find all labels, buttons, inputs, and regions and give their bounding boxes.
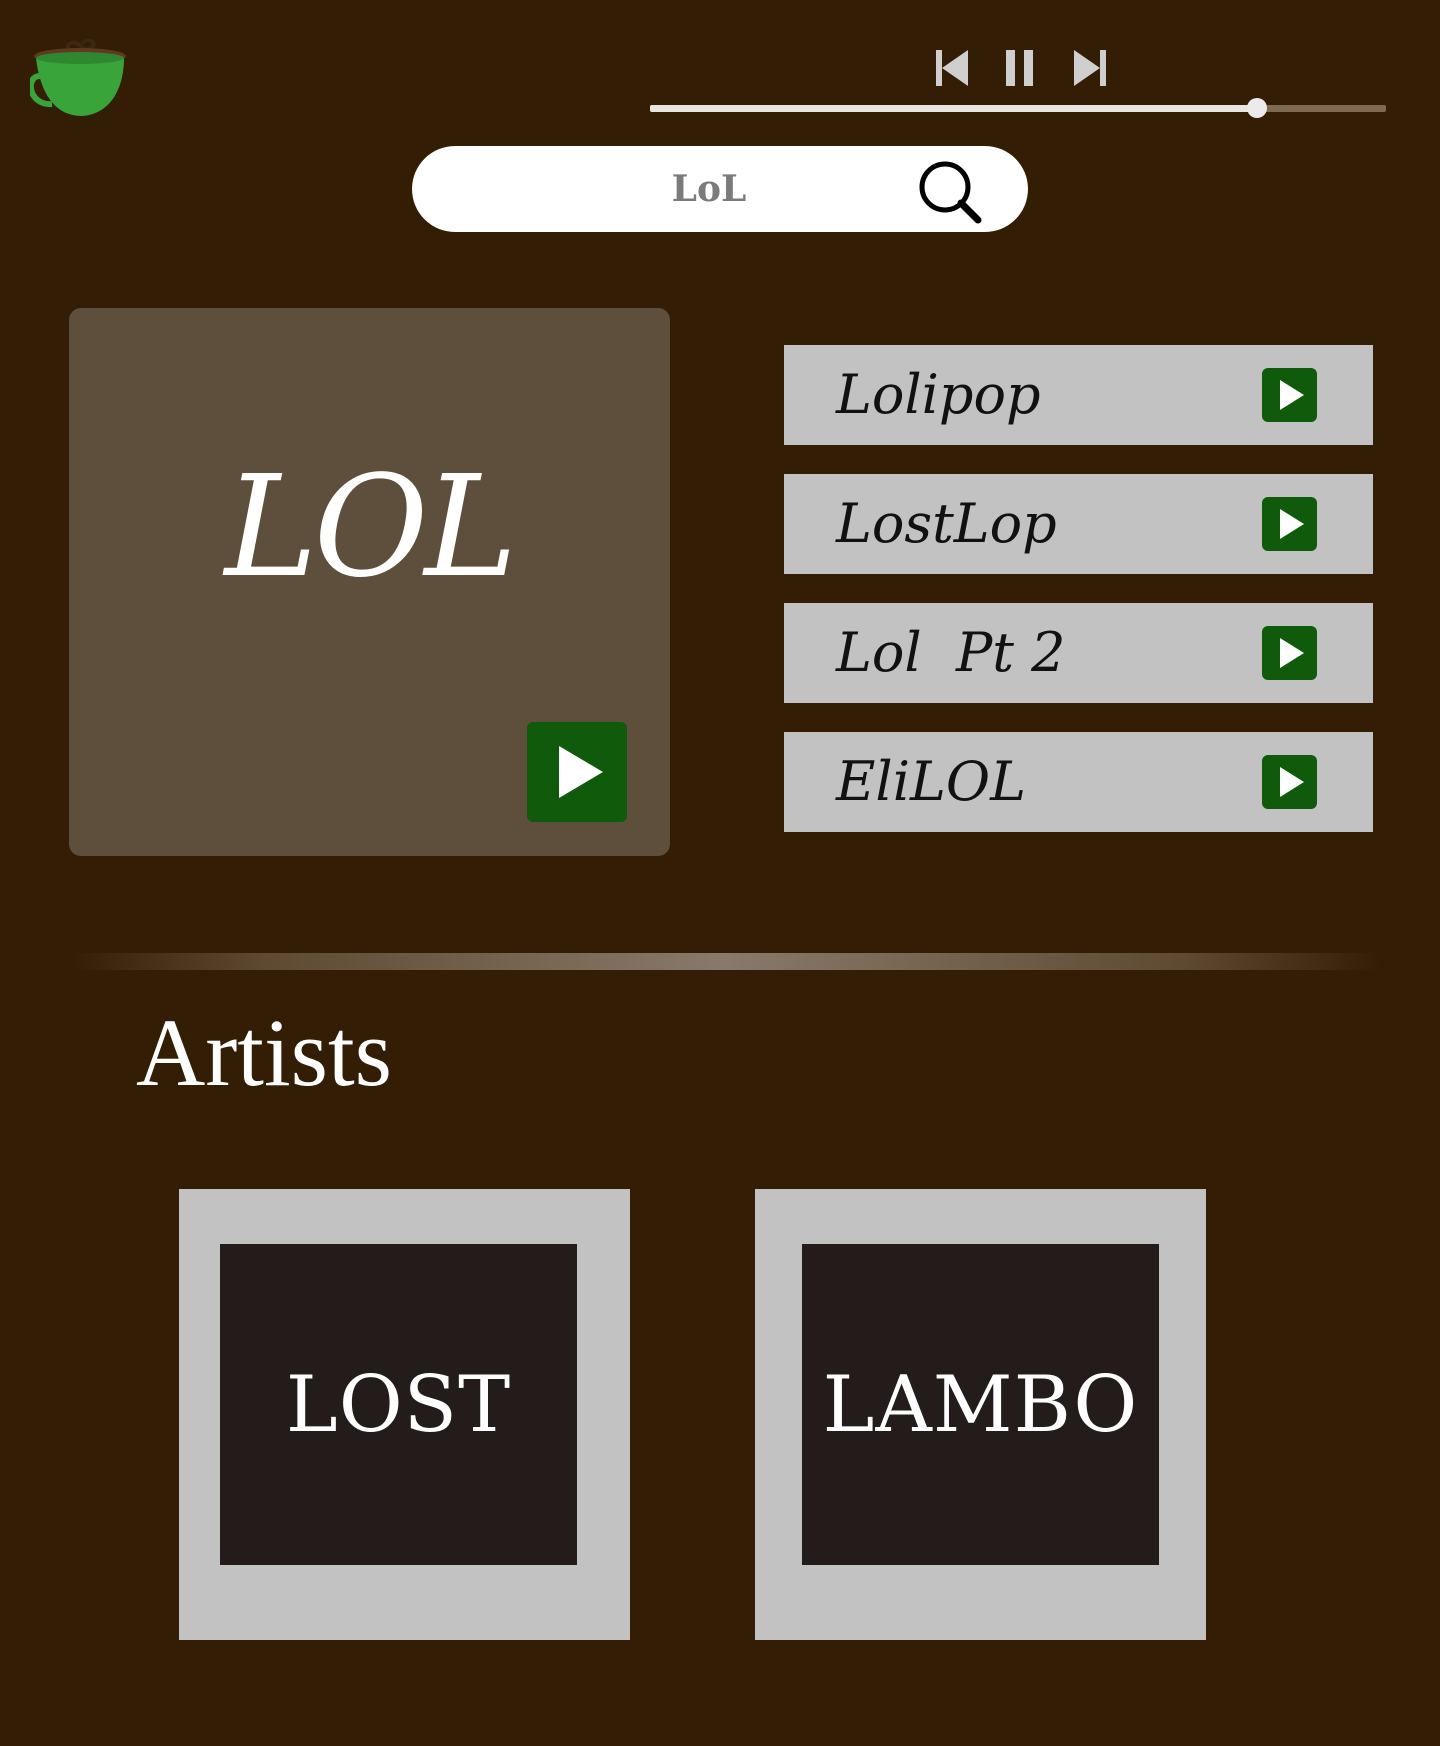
track-play-button[interactable] xyxy=(1262,497,1317,551)
track-play-button[interactable] xyxy=(1262,626,1317,680)
search-icon[interactable] xyxy=(915,157,985,227)
artist-name: LOST xyxy=(285,1359,512,1450)
play-icon xyxy=(1280,767,1304,797)
play-icon xyxy=(1280,509,1304,539)
artists-heading: Artists xyxy=(136,999,393,1106)
artist-card-lost[interactable]: LOST xyxy=(179,1189,630,1640)
artist-cover: LOST xyxy=(220,1244,577,1565)
pause-icon[interactable] xyxy=(1000,44,1044,92)
coffee-cup-icon[interactable] xyxy=(30,36,134,120)
track-row[interactable]: Lol Pt 2 xyxy=(784,603,1373,703)
section-divider xyxy=(70,953,1380,970)
featured-album-card[interactable]: LOL xyxy=(69,308,670,856)
artist-card-lambo[interactable]: LAMBO xyxy=(755,1189,1206,1640)
skip-back-icon[interactable] xyxy=(930,44,974,92)
track-row[interactable]: LostLop xyxy=(784,474,1373,574)
track-play-button[interactable] xyxy=(1262,368,1317,422)
track-row[interactable]: EliLOL xyxy=(784,732,1373,832)
progress-knob[interactable] xyxy=(1247,98,1268,118)
featured-play-button[interactable] xyxy=(527,722,627,822)
progress-fill xyxy=(650,105,1258,112)
skip-forward-icon[interactable] xyxy=(1070,44,1114,92)
track-play-button[interactable] xyxy=(1262,755,1317,809)
player-controls xyxy=(920,44,1120,92)
playback-progress-slider[interactable] xyxy=(650,98,1386,118)
featured-album-title: LOL xyxy=(224,446,518,609)
artist-name: LAMBO xyxy=(822,1359,1139,1450)
artist-cover: LAMBO xyxy=(802,1244,1159,1565)
track-row[interactable]: Lolipop xyxy=(784,345,1373,445)
play-icon xyxy=(1280,638,1304,668)
play-icon xyxy=(1280,380,1304,410)
play-icon xyxy=(559,746,603,798)
track-title: Lol Pt 2 xyxy=(836,621,1066,684)
track-title: LostLop xyxy=(836,492,1057,555)
track-title: Lolipop xyxy=(836,363,1041,426)
track-title: EliLOL xyxy=(836,750,1026,813)
